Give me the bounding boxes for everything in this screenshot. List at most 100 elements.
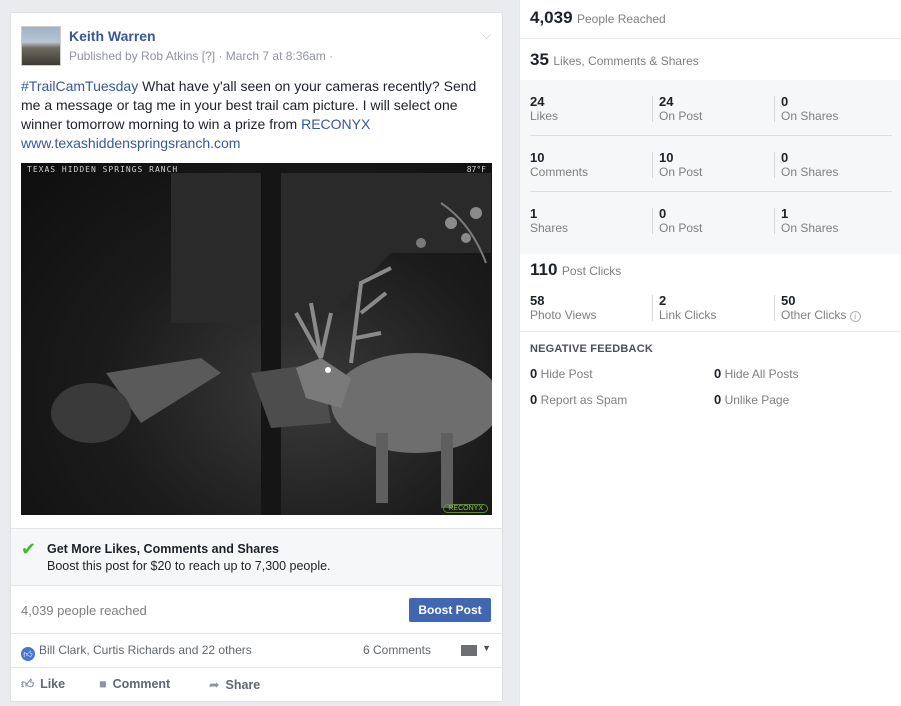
post-meta: Published by Rob Atkins [?] · March 7 at… xyxy=(69,49,334,63)
link-clicks-cell: 2 Link Clicks xyxy=(659,293,781,322)
deer-scene xyxy=(51,163,492,515)
clicks-number: 110 xyxy=(530,260,558,279)
engagement-summary: 35 Likes, Comments & Shares xyxy=(530,50,699,70)
like-button[interactable]: 👍︎ Like xyxy=(21,677,65,692)
author-avatar[interactable] xyxy=(21,26,61,66)
reach-label: People Reached xyxy=(577,12,666,26)
share-label: Share xyxy=(225,678,261,692)
likes-row: 👍︎ Bill Clark, Curtis Richards and 22 oth… xyxy=(21,643,491,661)
reconyx-logo: RECONYX xyxy=(443,504,488,513)
reach-number: 4,039 xyxy=(530,8,573,27)
negative-feedback-title: NEGATIVE FEEDBACK xyxy=(530,343,653,355)
likes-on-shares-label: On Shares xyxy=(781,109,839,123)
comments-count[interactable]: 6 Comments xyxy=(363,643,431,657)
comments-on-post-number: 10 xyxy=(659,150,674,165)
shares-cell: 1 Shares xyxy=(530,206,652,235)
unlike-page-label: Unlike Page xyxy=(724,393,790,407)
comments-number: 10 xyxy=(530,150,545,165)
clicks-label: Post Clicks xyxy=(561,264,622,278)
like-badge-icon: 👍︎ xyxy=(21,647,35,661)
other-clicks-cell: 50 Other Clicks i xyxy=(781,293,901,322)
reconyx-link[interactable]: RECONYX xyxy=(301,116,370,132)
shares-on-shares-label: On Shares xyxy=(781,221,839,235)
boost-banner-title: Get More Likes, Comments and Shares xyxy=(47,542,280,556)
divider xyxy=(11,633,502,634)
divider xyxy=(11,667,502,668)
boost-post-button[interactable]: Boost Post xyxy=(409,598,491,622)
divider xyxy=(530,191,892,192)
divider xyxy=(652,208,653,234)
chevron-down-icon[interactable]: ⌵ xyxy=(482,28,491,43)
author-name[interactable]: Keith Warren xyxy=(69,28,156,44)
photo-views-number: 58 xyxy=(530,293,545,308)
post-actions: 👍︎ Like ■ Comment ➦ Share xyxy=(21,677,491,695)
link-clicks-number: 2 xyxy=(659,293,667,308)
comments-on-shares-number: 0 xyxy=(781,150,789,165)
trail-cam-photo[interactable]: TEXAS HIDDEN SPRINGS RANCH 87°F RECONYX xyxy=(21,163,492,515)
hide-post-label: Hide Post xyxy=(540,367,593,381)
comments-on-shares-cell: 0 On Shares xyxy=(781,150,901,179)
like-label: Like xyxy=(40,677,66,691)
hide-all-posts-label: Hide All Posts xyxy=(724,367,799,381)
likes-on-shares-number: 0 xyxy=(781,94,789,109)
comment-button[interactable]: ■ Comment xyxy=(99,677,170,691)
divider xyxy=(652,152,653,178)
caret-down-icon[interactable]: ▼ xyxy=(482,643,491,653)
post-card: Keith Warren Published by Rob Atkins [?]… xyxy=(10,12,503,702)
post-text: #TrailCamTuesday What have y'all seen on… xyxy=(21,77,491,153)
comment-icon: ■ xyxy=(99,677,107,691)
shares-on-shares-number: 1 xyxy=(781,206,789,221)
likes-number: 24 xyxy=(530,94,545,109)
engagement-breakdown: 24 Likes 24 On Post 0 On Shares 10 Comments … xyxy=(520,80,901,254)
comment-label: Comment xyxy=(112,677,171,691)
website-link[interactable]: www.texashiddenspringsranch.com xyxy=(21,135,240,151)
hide-post-number: 0 xyxy=(530,366,538,381)
hashtag-link[interactable]: #TrailCamTuesday xyxy=(21,78,138,94)
shares-number: 1 xyxy=(530,206,538,221)
shares-on-post-number: 0 xyxy=(659,206,667,221)
likes-on-shares-cell: 0 On Shares xyxy=(781,94,901,123)
engagement-label: Likes, Comments & Shares xyxy=(553,54,699,68)
report-spam-number: 0 xyxy=(530,392,538,407)
comments-on-shares-label: On Shares xyxy=(781,165,839,179)
insights-panel: 4,039 People Reached 35 Likes, Comments … xyxy=(519,0,901,706)
hide-all-posts-number: 0 xyxy=(714,366,722,381)
divider xyxy=(530,135,892,136)
photo-views-cell: 58 Photo Views xyxy=(530,293,652,322)
photo-caption: TEXAS HIDDEN SPRINGS RANCH xyxy=(27,165,179,174)
share-button[interactable]: ➦ Share xyxy=(209,677,260,692)
hide-all-posts-stat: 0 Hide All Posts xyxy=(714,366,799,381)
comments-on-post-label: On Post xyxy=(659,165,703,179)
report-spam-stat: 0 Report as Spam xyxy=(530,392,627,407)
info-icon[interactable]: i xyxy=(849,311,861,322)
boost-banner: ✔ Get More Likes, Comments and Shares Bo… xyxy=(11,528,502,586)
link-clicks-label: Link Clicks xyxy=(659,308,717,322)
people-reached-text: 4,039 people reached xyxy=(21,603,147,618)
unlike-page-stat: 0 Unlike Page xyxy=(714,392,789,407)
likes-label: Likes xyxy=(530,109,559,123)
clicks-summary: 110 Post Clicks xyxy=(530,260,621,280)
divider xyxy=(774,208,775,234)
shares-on-shares-cell: 1 On Shares xyxy=(781,206,901,235)
comments-cell: 10 Comments xyxy=(530,150,652,179)
thumbs-up-icon: 👍︎ xyxy=(21,677,35,691)
likes-on-post-number: 24 xyxy=(659,94,674,109)
shares-on-post-label: On Post xyxy=(659,221,703,235)
comments-on-post-cell: 10 On Post xyxy=(659,150,781,179)
likes-on-post-label: On Post xyxy=(659,109,703,123)
likes-on-post-cell: 24 On Post xyxy=(659,94,781,123)
likes-cell: 24 Likes xyxy=(530,94,652,123)
divider xyxy=(520,38,901,39)
divider xyxy=(774,295,775,321)
reach-summary: 4,039 People Reached xyxy=(530,8,666,28)
shares-label: Shares xyxy=(530,221,569,235)
photo-views-label: Photo Views xyxy=(530,308,597,322)
report-spam-label: Report as Spam xyxy=(540,393,628,407)
other-clicks-label: Other Clicks xyxy=(781,308,847,322)
page-avatar-mini[interactable] xyxy=(461,645,477,656)
divider xyxy=(652,295,653,321)
likers-text[interactable]: Bill Clark, Curtis Richards and 22 other… xyxy=(39,643,252,657)
post-header: Keith Warren Published by Rob Atkins [?]… xyxy=(21,26,491,66)
other-clicks-number: 50 xyxy=(781,293,796,308)
share-icon: ➦ xyxy=(209,678,220,692)
